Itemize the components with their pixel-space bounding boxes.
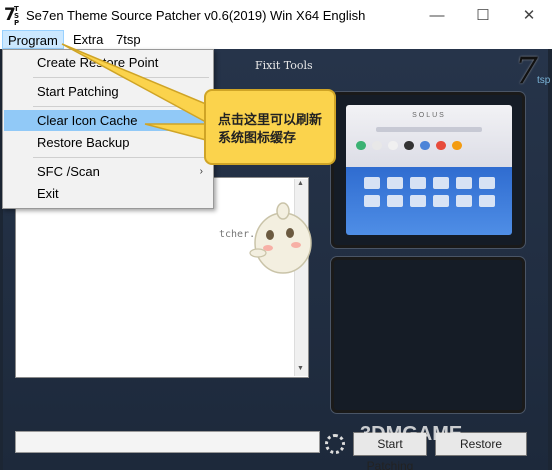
mascot-illustration [249,202,312,274]
callout-text: 点击这里可以刷新系统图标缓存 [218,112,323,145]
annotation-callout: 点击这里可以刷新系统图标缓存 [204,89,336,165]
watermark-text: 3DMGAME [360,423,463,445]
